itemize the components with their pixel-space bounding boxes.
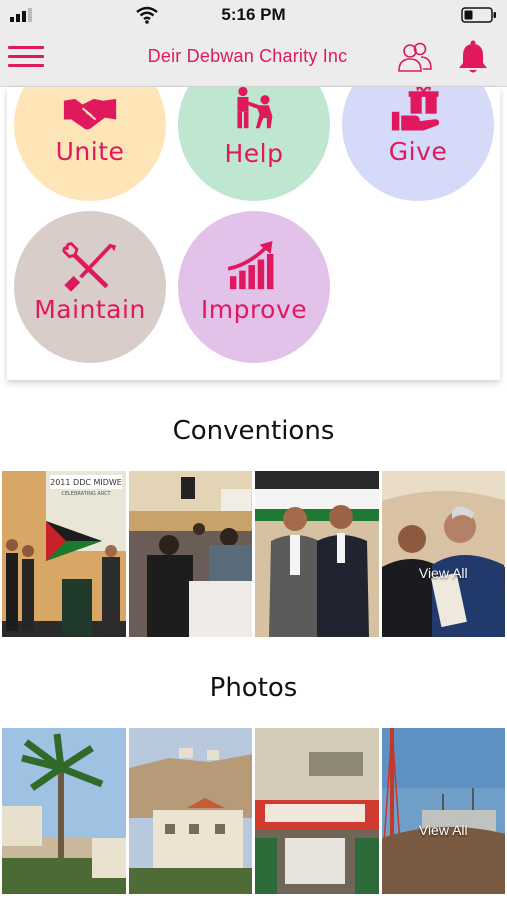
view-all-photos[interactable]: View All xyxy=(382,822,506,838)
photo-view-all[interactable]: View All xyxy=(381,728,506,894)
category-label: Give xyxy=(388,137,448,166)
category-unite[interactable]: Unite xyxy=(14,87,166,201)
banner-text: 2011 DDC MIDWE xyxy=(50,478,122,487)
category-maintain[interactable]: Maintain xyxy=(14,211,166,363)
view-all-conventions[interactable]: View All xyxy=(382,565,506,581)
convention-photo[interactable] xyxy=(255,471,379,637)
tools-wrench-screwdriver-icon xyxy=(62,242,117,292)
helping-people-icon xyxy=(237,87,273,129)
storefront-image xyxy=(255,728,379,894)
status-bar: 5:16 PM xyxy=(0,0,507,30)
nav-bar: Deir Debwan Charity Inc xyxy=(0,30,507,87)
members-icon[interactable] xyxy=(397,40,433,74)
gift-hand-icon xyxy=(391,87,439,131)
banner-sub: CELEBRATING ARCT xyxy=(61,491,111,497)
photos-gallery: View All xyxy=(2,728,505,894)
status-time: 5:16 PM xyxy=(221,5,286,24)
category-label: Improve xyxy=(200,295,308,324)
palm-trees-image xyxy=(2,728,126,894)
convention-audience-image xyxy=(128,471,252,637)
cellular-signal-icon xyxy=(10,8,32,22)
handshake-icon xyxy=(63,98,117,130)
convention-stage-image: 2011 DDC MIDWE CELEBRATING ARCT xyxy=(2,471,126,637)
battery-icon xyxy=(461,7,496,23)
convention-photo[interactable] xyxy=(128,471,252,637)
photos-title: Photos xyxy=(209,673,298,703)
photo-item[interactable] xyxy=(128,728,252,894)
conventions-gallery: 2011 DDC MIDWE CELEBRATING ARCT View All xyxy=(2,471,505,637)
convention-group-image xyxy=(381,471,505,637)
category-label: Maintain xyxy=(34,295,146,324)
category-card: Unite Help Give Maintain Improve xyxy=(7,87,500,380)
convention-view-all[interactable]: View All xyxy=(381,471,506,637)
convention-photo[interactable]: 2011 DDC MIDWE CELEBRATING ARCT xyxy=(2,471,126,637)
bell-icon[interactable] xyxy=(455,39,491,75)
category-label: Unite xyxy=(55,137,125,166)
village-hillside-image xyxy=(128,728,252,894)
wifi-icon xyxy=(136,6,158,24)
category-help[interactable]: Help xyxy=(178,87,330,201)
photo-item[interactable] xyxy=(2,728,126,894)
category-give[interactable]: Give xyxy=(342,87,494,201)
page-title-text: Deir Debwan Charity Inc xyxy=(147,46,348,66)
convention-portrait-image xyxy=(255,471,379,637)
water-tower-image xyxy=(381,728,505,894)
growth-chart-icon xyxy=(227,241,274,290)
category-label: Help xyxy=(224,139,284,168)
category-improve[interactable]: Improve xyxy=(178,211,330,363)
conventions-title: Conventions xyxy=(172,416,335,446)
photo-item[interactable] xyxy=(255,728,379,894)
